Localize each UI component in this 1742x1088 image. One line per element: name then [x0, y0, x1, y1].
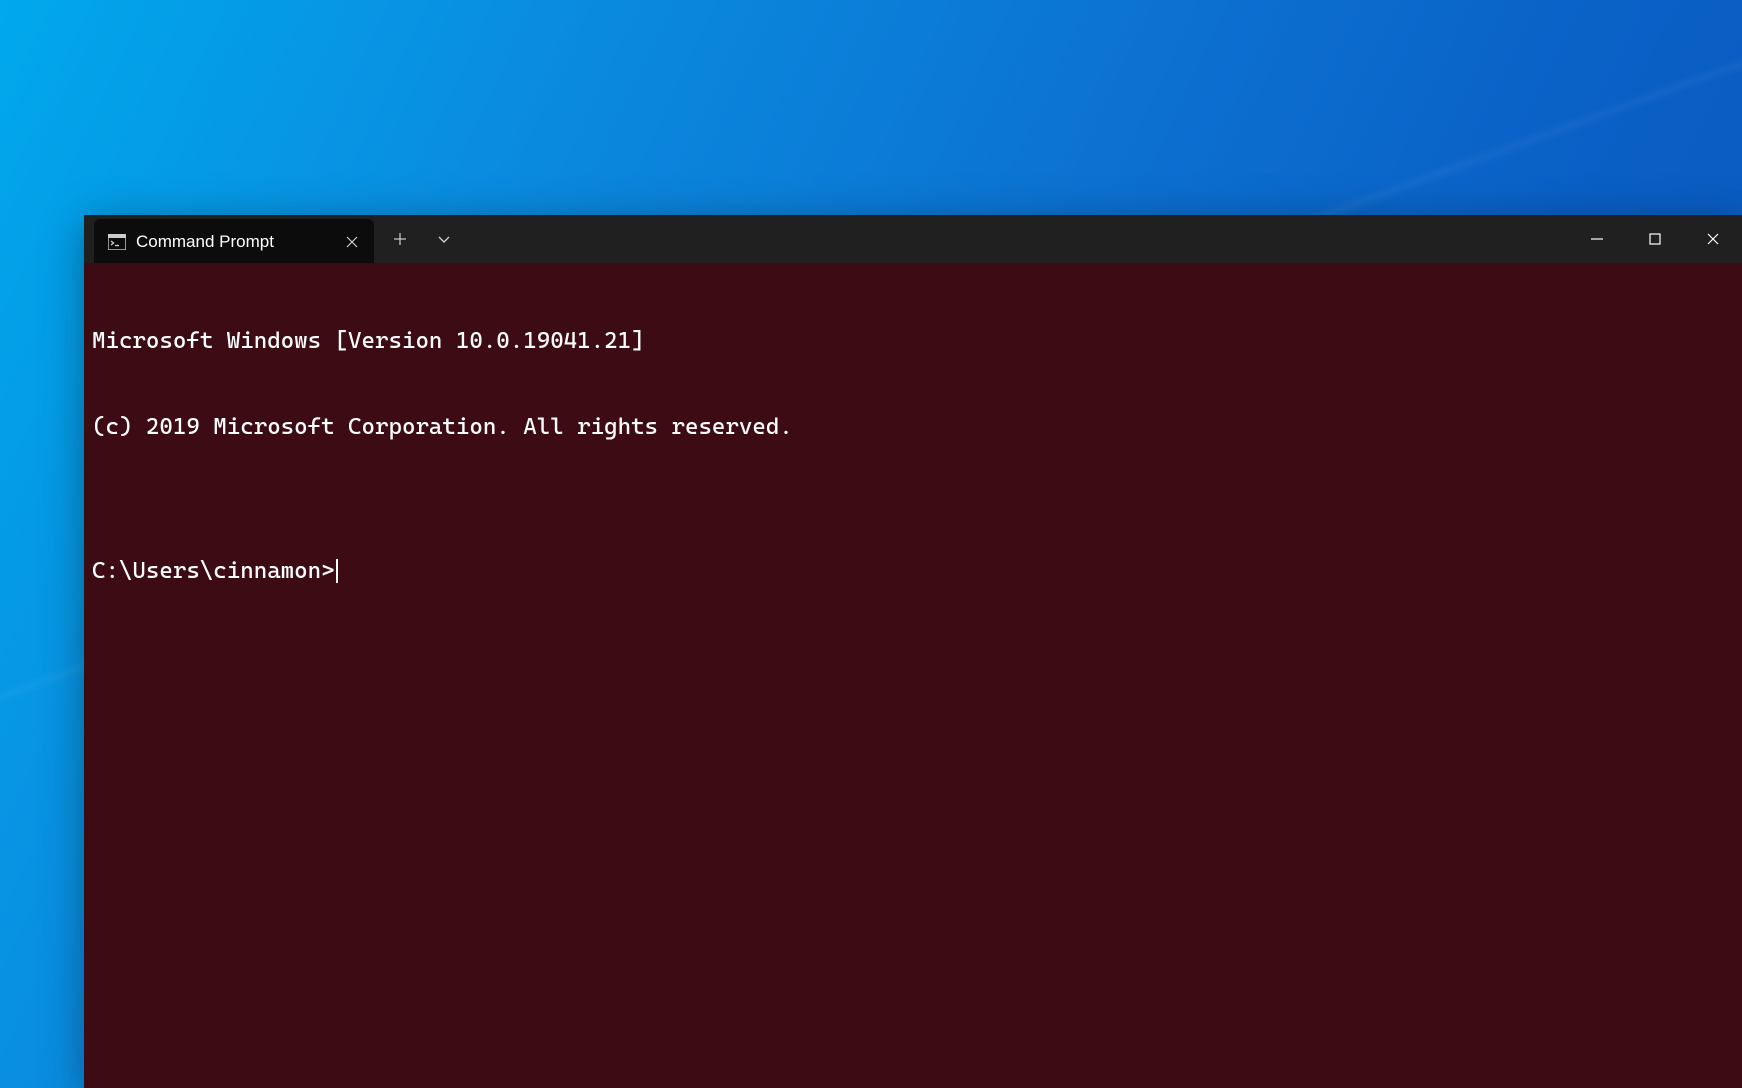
tab-command-prompt[interactable]: Command Prompt	[94, 219, 374, 265]
titlebar[interactable]: Command Prompt	[84, 215, 1742, 263]
new-tab-button[interactable]	[378, 215, 422, 263]
cmd-icon	[108, 234, 126, 250]
terminal-prompt-line: C:\Users\cinnamon>	[92, 557, 1734, 586]
tab-strip: Command Prompt	[84, 215, 374, 263]
tab-dropdown-button[interactable]	[422, 215, 466, 263]
maximize-button[interactable]	[1626, 215, 1684, 263]
close-button[interactable]	[1684, 215, 1742, 263]
minimize-button[interactable]	[1568, 215, 1626, 263]
tab-title: Command Prompt	[136, 232, 330, 252]
terminal-content[interactable]: Microsoft Windows [Version 10.0.19041.21…	[84, 263, 1742, 1088]
tab-close-button[interactable]	[340, 230, 364, 254]
terminal-output-line: (c) 2019 Microsoft Corporation. All righ…	[92, 413, 1734, 442]
terminal-cursor	[336, 559, 338, 583]
terminal-window: Command Prompt	[84, 215, 1742, 1088]
window-controls	[1568, 215, 1742, 263]
terminal-prompt: C:\Users\cinnamon>	[92, 557, 335, 586]
terminal-output-line: Microsoft Windows [Version 10.0.19041.21…	[92, 327, 1734, 356]
titlebar-drag-region[interactable]	[466, 215, 1568, 263]
